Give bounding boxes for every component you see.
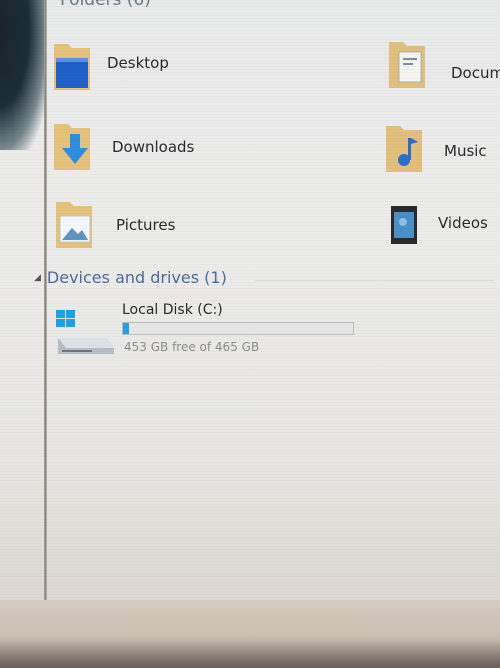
folder-videos[interactable]: Videos — [385, 198, 500, 258]
drive-label: Local Disk (C:) — [122, 302, 223, 318]
folder-documents[interactable]: Docum — [385, 38, 500, 98]
documents-folder-icon — [389, 42, 425, 88]
folder-label-downloads: Downloads — [112, 138, 195, 156]
monitor-bezel — [0, 0, 46, 150]
folders-group-header[interactable]: Folders (6) — [60, 0, 151, 10]
folder-desktop[interactable]: Desktop — [50, 40, 250, 100]
explorer-window: Folders (6) Desktop Docum Downloads Musi… — [0, 0, 500, 610]
devices-group-title: Devices and drives (1) — [46, 268, 227, 287]
pictures-folder-icon — [56, 202, 92, 248]
videos-folder-icon — [391, 206, 417, 244]
collapse-triangle-icon[interactable]: ◢ — [34, 273, 41, 283]
drive-usage-fill — [123, 323, 129, 334]
folder-pictures[interactable]: Pictures — [52, 198, 252, 258]
drive-free-space: 453 GB free of 465 GB — [124, 340, 260, 354]
hard-drive-icon — [56, 310, 114, 354]
folder-label-documents: Docum — [451, 64, 500, 82]
folder-label-desktop: Desktop — [107, 54, 169, 72]
music-folder-icon — [386, 126, 422, 172]
folder-label-pictures: Pictures — [116, 216, 176, 234]
group-header-rule — [255, 280, 495, 281]
drive-local-disk-c[interactable]: Local Disk (C:) 453 GB free of 465 GB — [54, 302, 374, 362]
desk-shadow — [0, 640, 500, 668]
devices-group-header[interactable]: ◢ Devices and drives (1) — [34, 268, 227, 287]
folder-label-music: Music — [444, 142, 487, 160]
drive-usage-bar — [122, 322, 354, 335]
desktop-folder-icon — [54, 44, 90, 90]
folder-label-videos: Videos — [438, 214, 488, 232]
folder-music[interactable]: Music — [382, 122, 500, 182]
navigation-pane-divider[interactable] — [44, 0, 47, 610]
downloads-folder-icon — [54, 124, 90, 170]
folder-downloads[interactable]: Downloads — [50, 120, 250, 180]
